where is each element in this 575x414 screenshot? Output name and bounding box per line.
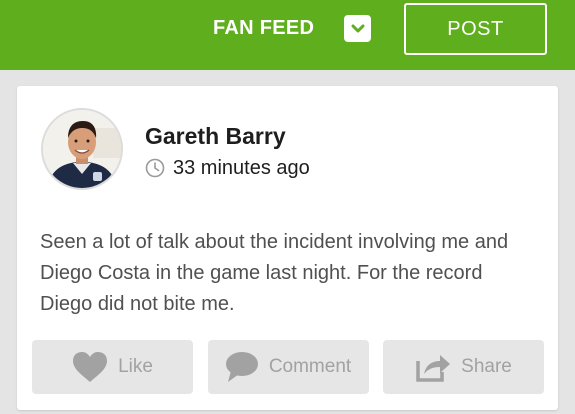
top-bar: FAN FEED POST xyxy=(0,0,575,70)
avatar[interactable] xyxy=(41,108,123,190)
feed-title[interactable]: FAN FEED xyxy=(213,14,314,42)
post-text: Seen a lot of talk about the incident in… xyxy=(40,231,509,315)
share-button[interactable]: Share xyxy=(383,340,544,394)
chevron-down-icon xyxy=(351,24,364,32)
share-label: Share xyxy=(461,356,512,377)
comment-label: Comment xyxy=(268,356,352,377)
author-name[interactable]: Gareth Barry xyxy=(145,123,286,150)
clock-icon xyxy=(145,158,165,178)
like-button[interactable]: Like xyxy=(32,340,193,394)
speech-bubble-icon xyxy=(225,352,258,382)
feed-dropdown-button[interactable] xyxy=(344,15,371,42)
share-arrow-icon xyxy=(416,355,451,382)
timestamp-row: 33 minutes ago xyxy=(145,156,310,180)
timestamp: 33 minutes ago xyxy=(173,156,310,179)
heart-icon xyxy=(73,352,108,382)
post-card: Gareth Barry 33 minutes ago Seen a lot o… xyxy=(17,86,558,410)
user-photo xyxy=(43,110,121,188)
like-label: Like xyxy=(118,356,153,377)
post-actions: Like Comment Share xyxy=(32,340,544,394)
comment-button[interactable]: Comment xyxy=(207,340,369,394)
post-button[interactable]: POST xyxy=(404,3,547,55)
